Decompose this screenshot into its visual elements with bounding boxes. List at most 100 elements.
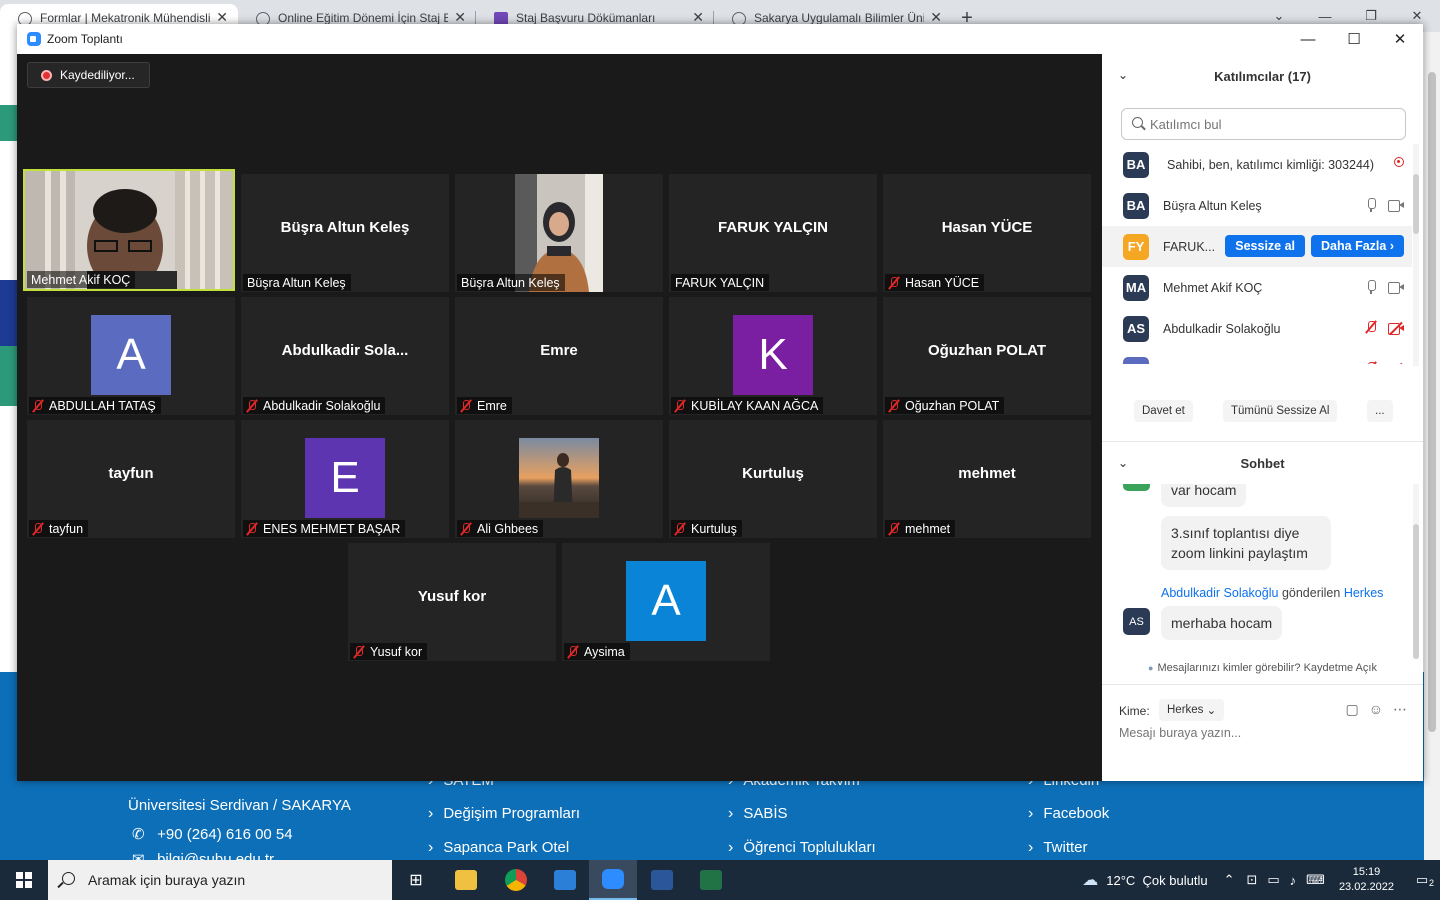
scrollbar-thumb[interactable] xyxy=(1428,72,1436,732)
mute-participant-button[interactable]: Sessize al xyxy=(1225,235,1306,257)
video-tile[interactable]: A Aysima xyxy=(562,543,770,661)
participant-row[interactable]: FY FARUK... Sessize al Daha Fazla › xyxy=(1102,226,1412,267)
notifications-icon[interactable]: ▭ 2 xyxy=(1404,872,1440,888)
video-tile[interactable]: Ali Ghbees xyxy=(455,420,663,538)
participant-list-scrollbar[interactable] xyxy=(1413,144,1419,366)
taskbar-app-word[interactable] xyxy=(638,860,686,900)
video-tile[interactable]: Mehmet Akif KOÇ xyxy=(23,169,235,291)
participant-row[interactable]: AS Abdulkadir Solakoğlu xyxy=(1102,308,1412,349)
mute-all-button[interactable]: Tümünü Sessize Al xyxy=(1223,400,1338,422)
file-icon[interactable]: ▢ xyxy=(1345,701,1358,718)
camera-icon[interactable] xyxy=(1388,199,1404,212)
camera-off-icon[interactable] xyxy=(1388,321,1404,335)
taskbar-app-file-explorer[interactable] xyxy=(442,860,490,900)
video-tile[interactable]: Büşra Altun Keleş Büşra Altun Keleş xyxy=(241,174,449,292)
taskbar-app-chrome[interactable] xyxy=(492,860,540,900)
participant-search-input[interactable] xyxy=(1150,116,1390,132)
maximize-icon[interactable]: ☐ xyxy=(1331,24,1377,54)
video-tile[interactable]: Oğuzhan POLAT Oğuzhan POLAT xyxy=(883,297,1091,415)
footer-email[interactable]: ✉ bilgi@subu.edu.tr xyxy=(132,850,274,860)
participant-name-tag: ABDULLAH TATAŞ xyxy=(29,397,161,414)
mic-icon[interactable] xyxy=(1366,198,1376,212)
video-tile[interactable]: Hasan YÜCE Hasan YÜCE xyxy=(883,174,1091,292)
camera-off-icon[interactable] xyxy=(1388,362,1404,364)
chat-recipient-select[interactable]: Herkes ⌄ xyxy=(1159,699,1225,721)
footer-link[interactable]: Öğrenci Toplulukları xyxy=(728,839,875,857)
emoji-icon[interactable]: ☺ xyxy=(1369,701,1383,718)
volume-icon[interactable]: ♪ xyxy=(1290,873,1297,888)
video-tile[interactable]: Kurtuluş Kurtuluş xyxy=(669,420,877,538)
chevron-up-icon[interactable]: ⌃ xyxy=(1224,872,1235,888)
participant-avatar: BA xyxy=(1123,192,1149,219)
participant-row[interactable]: BA Sahibi, ben, katılımcı kimliği: 30324… xyxy=(1102,144,1412,185)
network-icon[interactable]: ⊡ xyxy=(1246,872,1257,888)
chat-recipient-value: Herkes xyxy=(1167,704,1204,716)
chat-input[interactable] xyxy=(1119,726,1399,740)
sender-name[interactable]: Abdulkadir Solakoğlu xyxy=(1161,586,1278,600)
recording-badge[interactable]: Kaydediliyor... xyxy=(27,62,150,88)
chat-input-area[interactable] xyxy=(1119,726,1399,740)
video-tile[interactable]: K KUBİLAY KAAN AĞCA xyxy=(669,297,877,415)
chat-messages: HY var hocam 3.sınıf toplantısı diye zoo… xyxy=(1102,484,1412,659)
zoom-window-controls: — ☐ ✕ xyxy=(1285,24,1423,54)
chat-message: 3.sınıf toplantısı diye zoom linkini pay… xyxy=(1161,516,1331,570)
video-tile[interactable]: E ENES MEHMET BAŞAR xyxy=(241,420,449,538)
language-icon[interactable]: ⌨ xyxy=(1306,872,1325,888)
scrollbar-thumb[interactable] xyxy=(1413,524,1419,659)
mic-muted-icon[interactable] xyxy=(1366,362,1376,364)
taskbar-app-excel[interactable] xyxy=(687,860,735,900)
video-tile[interactable]: Yusuf kor Yusuf kor xyxy=(348,543,556,661)
footer-link[interactable]: SABİS xyxy=(728,805,787,823)
system-tray: ☁ 12°C Çok bulutlu ⌃ ⊡ ▭ ♪ ⌨ 15:19 23.02… xyxy=(1082,860,1440,900)
participant-row[interactable]: BA Büşra Altun Keleş xyxy=(1102,185,1412,226)
taskbar-app-mail[interactable] xyxy=(541,860,589,900)
video-gallery: Kaydediliyor... Mehmet Akif KOÇ Büşra Al… xyxy=(17,54,1102,781)
minimize-icon[interactable]: — xyxy=(1285,24,1331,54)
video-tile[interactable]: mehmet mehmet xyxy=(883,420,1091,538)
taskbar-app-zoom[interactable] xyxy=(589,860,637,900)
participant-row[interactable]: MA Mehmet Akif KOÇ xyxy=(1102,267,1412,308)
footer-phone[interactable]: ✆ +90 (264) 616 00 54 xyxy=(132,825,293,843)
mic-muted-icon[interactable] xyxy=(1366,321,1376,335)
muted-mic-icon xyxy=(247,522,257,535)
video-tile[interactable]: Büşra Altun Keleş xyxy=(455,174,663,292)
more-options-button[interactable]: Daha Fazla › xyxy=(1311,235,1404,257)
chevron-down-icon[interactable]: ⌄ xyxy=(1118,456,1128,470)
video-tile[interactable]: Abdulkadir Sola... Abdulkadir Solakoğlu xyxy=(241,297,449,415)
participant-name: tayfun xyxy=(108,465,154,482)
chat-message: var hocam xyxy=(1161,484,1247,507)
weather-text[interactable]: 12°C Çok bulutlu xyxy=(1106,873,1207,888)
footer-link[interactable]: Değişim Programları xyxy=(428,805,580,823)
page-scrollbar[interactable] xyxy=(1424,32,1440,860)
invite-button[interactable]: Davet et xyxy=(1134,400,1193,422)
participant-name-tag: Yusuf kor xyxy=(350,643,428,660)
display-icon[interactable]: ▭ xyxy=(1267,872,1279,888)
taskbar-clock[interactable]: 15:19 23.02.2022 xyxy=(1339,865,1394,895)
video-tile[interactable]: Emre Emre xyxy=(455,297,663,415)
participant-name: Oğuzhan POLAT xyxy=(927,342,1047,359)
task-view-button[interactable]: ⊞ xyxy=(392,860,440,900)
muted-mic-icon xyxy=(889,399,899,412)
more-icon[interactable]: ⋯ xyxy=(1393,701,1407,718)
mic-icon[interactable] xyxy=(1366,280,1376,294)
chat-message: merhaba hocam xyxy=(1161,606,1283,640)
chevron-down-icon[interactable]: ⌄ xyxy=(1118,68,1128,82)
camera-icon[interactable] xyxy=(1388,281,1404,294)
footer-link[interactable]: Sapanca Park Otel xyxy=(428,839,569,857)
video-tile[interactable]: tayfun tayfun xyxy=(27,420,235,538)
start-button[interactable] xyxy=(0,860,48,900)
participant-avatar xyxy=(1123,356,1149,364)
participant-name: Sahibi, ben, katılımcı kimliği: 303244) xyxy=(1167,157,1375,172)
close-icon[interactable]: ✕ xyxy=(1377,24,1423,54)
footer-link[interactable]: Facebook xyxy=(1028,805,1109,823)
video-tile[interactable]: A ABDULLAH TATAŞ xyxy=(27,297,235,415)
chat-privacy-notice[interactable]: Mesajlarınızı kimler görebilir? Kaydetme… xyxy=(1102,662,1423,674)
footer-link[interactable]: Twitter xyxy=(1028,839,1087,857)
participant-row[interactable] xyxy=(1102,349,1412,364)
more-button[interactable]: ... xyxy=(1367,400,1393,422)
video-tile[interactable]: FARUK YALÇIN FARUK YALÇIN xyxy=(669,174,877,292)
taskbar-search[interactable]: Aramak için buraya yazın xyxy=(48,860,392,900)
scrollbar-thumb[interactable] xyxy=(1413,174,1419,234)
participant-search[interactable] xyxy=(1121,108,1406,140)
chat-scrollbar[interactable] xyxy=(1413,484,1419,659)
